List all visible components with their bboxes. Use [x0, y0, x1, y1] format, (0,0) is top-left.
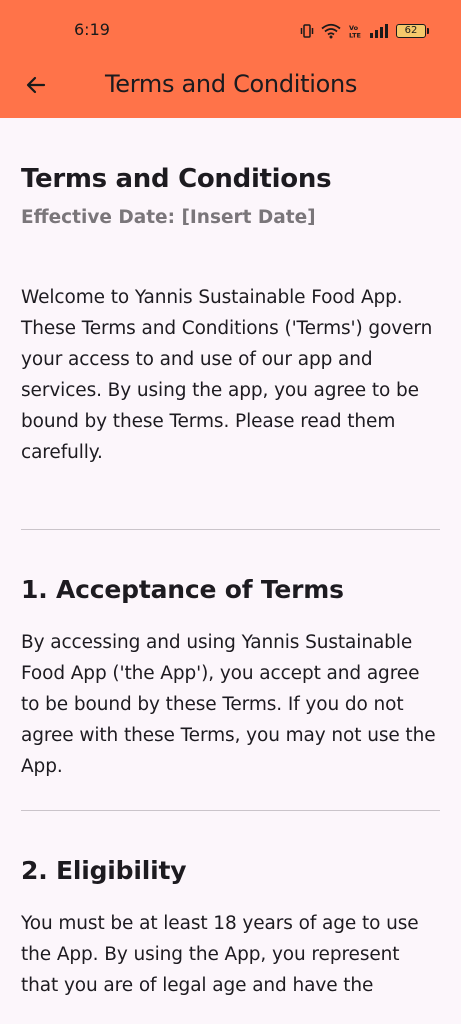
terms-scroll-view[interactable]: Terms and Conditions Effective Date: [In… [0, 118, 461, 1024]
volte-icon: Vo LTE [348, 23, 362, 39]
divider [21, 810, 440, 811]
status-icons: Vo LTE 62 [300, 21, 429, 41]
section-body-eligibility: You must be at least 18 years of age to … [21, 913, 419, 996]
intro-paragraph: Welcome to Yannis Sustainable Food App. … [21, 287, 433, 463]
terms-content: Terms and Conditions Effective Date: [In… [0, 118, 461, 1001]
app-bar-title: Terms and Conditions [105, 70, 358, 98]
status-time: 6:19 [74, 20, 110, 39]
top-bar: 6:19 Vo LTE 62 Terms and Conditions [0, 0, 461, 118]
battery-icon: 62 [396, 24, 429, 38]
signal-icon [369, 24, 389, 38]
divider [21, 529, 440, 530]
status-bar: 6:19 Vo LTE 62 [0, 0, 461, 60]
battery-body: 62 [396, 24, 426, 38]
effective-date: Effective Date: [Insert Date] [21, 207, 316, 228]
section-body-acceptance: By accessing and using Yannis Sustainabl… [21, 632, 436, 777]
back-button[interactable] [14, 65, 58, 109]
arrow-left-icon [24, 73, 48, 102]
svg-text:LTE: LTE [349, 32, 361, 40]
document-title: Terms and Conditions [21, 164, 332, 194]
section-heading-acceptance: 1. Acceptance of Terms [21, 575, 344, 604]
screen: 6:19 Vo LTE 62 Terms and Conditions Term… [0, 0, 461, 1024]
battery-tip [427, 28, 429, 34]
vibrate-icon [300, 23, 314, 39]
section-heading-eligibility: 2. Eligibility [21, 856, 187, 885]
app-bar: Terms and Conditions [0, 60, 461, 118]
wifi-icon [321, 23, 341, 39]
battery-level: 62 [404, 25, 418, 36]
